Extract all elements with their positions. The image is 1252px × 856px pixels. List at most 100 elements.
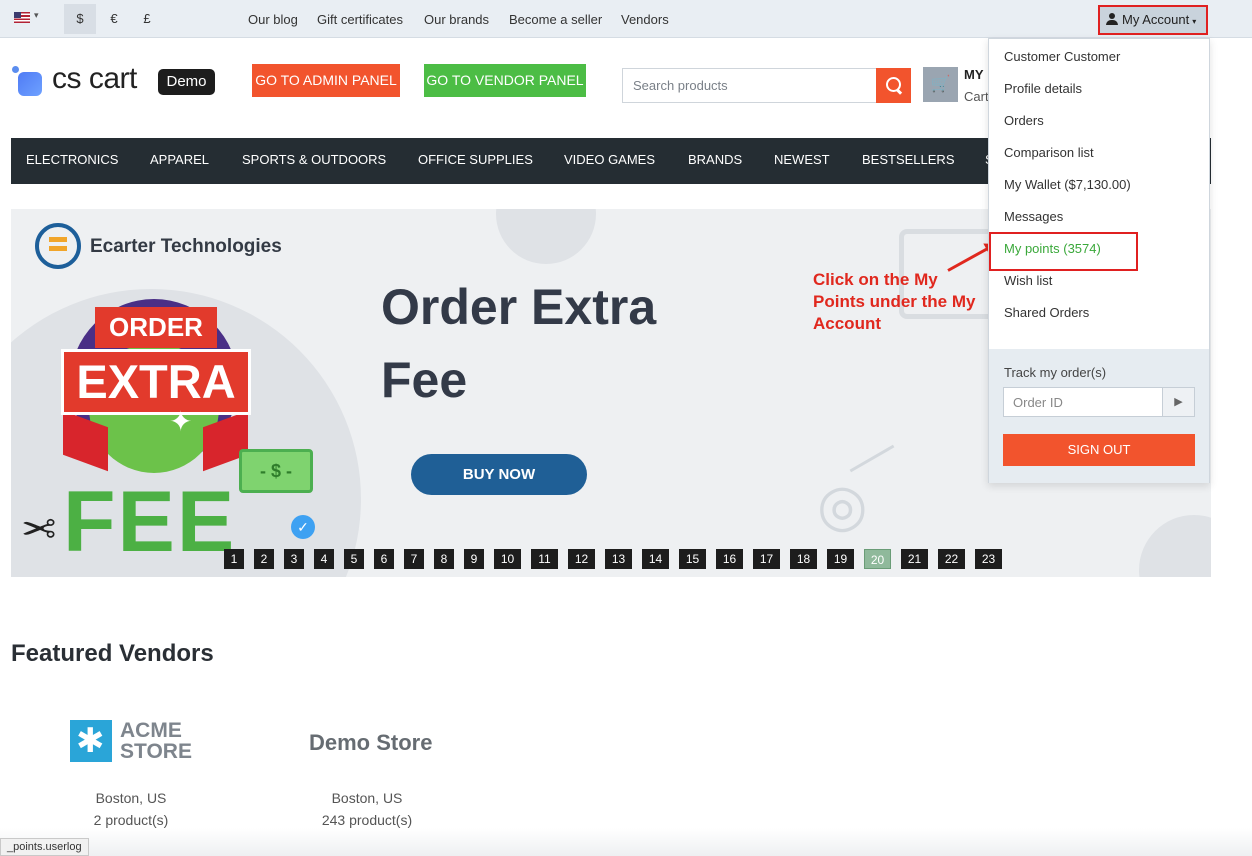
menu-wish-list[interactable]: Wish list <box>1004 273 1052 288</box>
slider-page-8[interactable]: 8 <box>434 549 454 569</box>
buy-now-button[interactable]: BUY NOW <box>411 454 587 495</box>
menu-messages[interactable]: Messages <box>1004 209 1063 224</box>
person-icon <box>1106 13 1118 25</box>
slider-page-10[interactable]: 10 <box>494 549 521 569</box>
cart-title[interactable]: MY <box>964 67 984 82</box>
track-order-label: Track my order(s) <box>1004 365 1107 380</box>
acme-logo-text[interactable]: ACME STORE <box>120 720 192 762</box>
growth-chart-icon <box>849 444 895 473</box>
menu-comparison-list[interactable]: Comparison list <box>1004 145 1094 160</box>
search-input[interactable] <box>622 68 877 103</box>
browser-status-url: _points.userlog <box>0 838 89 856</box>
link-our-brands[interactable]: Our brands <box>424 12 489 27</box>
nav-brands[interactable]: BRANDS <box>688 152 742 167</box>
annotation-line: Click on the My <box>813 270 938 289</box>
slider-page-3[interactable]: 3 <box>284 549 304 569</box>
sign-out-button[interactable]: SIGN OUT <box>1003 434 1195 466</box>
nav-electronics[interactable]: ELECTRONICS <box>26 152 118 167</box>
slider-page-9[interactable]: 9 <box>464 549 484 569</box>
slider-page-11[interactable]: 11 <box>531 549 558 569</box>
slider-page-21[interactable]: 21 <box>901 549 928 569</box>
slider-page-12[interactable]: 12 <box>568 549 595 569</box>
sparkle-icon: ✦ <box>169 406 193 437</box>
banner-company-name: Ecarter Technologies <box>90 236 282 257</box>
my-account-button[interactable]: My Account ▾ <box>1098 5 1208 35</box>
currency-usd[interactable]: $ <box>64 4 96 34</box>
demo-badge: Demo <box>158 69 215 95</box>
link-vendors[interactable]: Vendors <box>621 12 669 27</box>
slider-page-5[interactable]: 5 <box>344 549 364 569</box>
decor-circle <box>496 209 596 264</box>
cash-icon: - $ - <box>239 449 313 493</box>
badge-extra-text: EXTRA <box>61 349 251 415</box>
slider-page-14[interactable]: 14 <box>642 549 669 569</box>
nav-bestsellers[interactable]: BESTSELLERS <box>862 152 955 167</box>
order-id-input[interactable] <box>1003 387 1163 417</box>
slider-page-1[interactable]: 1 <box>224 549 244 569</box>
slider-page-17[interactable]: 17 <box>753 549 780 569</box>
check-icon: ✓ <box>291 515 315 539</box>
annotation-line: Account <box>813 314 881 333</box>
slider-page-18[interactable]: 18 <box>790 549 817 569</box>
us-flag-icon[interactable] <box>14 12 30 23</box>
menu-shared-orders[interactable]: Shared Orders <box>1004 305 1089 320</box>
slider-page-4[interactable]: 4 <box>314 549 334 569</box>
slider-page-13[interactable]: 13 <box>605 549 632 569</box>
acme-name-line: ACME <box>120 719 182 742</box>
menu-customer-name[interactable]: Customer Customer <box>1004 49 1120 64</box>
chevron-down-icon: ▾ <box>1192 17 1197 26</box>
nav-sports-outdoors[interactable]: SPORTS & OUTDOORS <box>242 152 386 167</box>
slider-page-22[interactable]: 22 <box>938 549 965 569</box>
currency-eur[interactable]: € <box>98 4 130 34</box>
slider-page-16[interactable]: 16 <box>716 549 743 569</box>
banner-headline: Order Extra Fee <box>381 279 657 408</box>
slider-page-2[interactable]: 2 <box>254 549 274 569</box>
menu-my-points[interactable]: My points (3574) <box>1004 241 1101 256</box>
slider-page-6[interactable]: 6 <box>374 549 394 569</box>
menu-profile-details[interactable]: Profile details <box>1004 81 1082 96</box>
vendor-product-count[interactable]: 243 product(s) <box>297 812 437 828</box>
slider-page-20[interactable]: 20 <box>864 549 891 569</box>
scissors-icon: ✂ <box>21 504 57 551</box>
chevron-down-icon[interactable]: ▾ <box>34 10 39 21</box>
cart-subtitle[interactable]: Cart <box>964 89 989 104</box>
nav-newest[interactable]: NEWEST <box>774 152 830 167</box>
coin-icon: ◎ <box>817 473 868 538</box>
nav-video-games[interactable]: VIDEO GAMES <box>564 152 655 167</box>
link-gift-certificates[interactable]: Gift certificates <box>317 12 403 27</box>
slider-page-23[interactable]: 23 <box>975 549 1002 569</box>
track-order-section: Track my order(s) ▶ SIGN OUT <box>989 349 1209 483</box>
top-bar: ▾ $ € £ Our blog Gift certificates Our b… <box>0 0 1252 38</box>
acme-logo-icon[interactable] <box>70 720 112 762</box>
currency-gbp[interactable]: £ <box>131 4 163 34</box>
slider-page-19[interactable]: 19 <box>827 549 854 569</box>
vendor-product-count[interactable]: 2 product(s) <box>61 812 201 828</box>
acme-name-line: STORE <box>120 740 192 763</box>
link-become-a-seller[interactable]: Become a seller <box>509 12 602 27</box>
logo-text[interactable]: cs cart <box>52 62 137 96</box>
decor-circle <box>1139 515 1211 577</box>
search-icon[interactable] <box>876 68 911 103</box>
menu-orders[interactable]: Orders <box>1004 113 1044 128</box>
slider-page-15[interactable]: 15 <box>679 549 706 569</box>
page-bottom-fade <box>0 828 1252 856</box>
account-dropdown: Customer Customer Profile details Orders… <box>988 38 1210 483</box>
link-our-blog[interactable]: Our blog <box>248 12 298 27</box>
go-to-vendor-panel-button[interactable]: GO TO VENDOR PANEL <box>424 64 586 97</box>
menu-my-wallet[interactable]: My Wallet ($7,130.00) <box>1004 177 1131 192</box>
instruction-annotation: Click on the My Points under the My Acco… <box>813 269 975 335</box>
demo-store-logo[interactable]: Demo Store <box>309 730 432 756</box>
vendor-location: Boston, US <box>331 790 403 806</box>
ecarter-logo-icon <box>35 223 81 269</box>
slider-page-7[interactable]: 7 <box>404 549 424 569</box>
play-arrow-icon[interactable]: ▶ <box>1162 387 1195 417</box>
annotation-line: Points under the My <box>813 292 976 311</box>
featured-vendors-heading: Featured Vendors <box>11 640 214 667</box>
nav-apparel[interactable]: APPAREL <box>150 152 209 167</box>
cs-cart-logo-icon[interactable] <box>12 66 44 98</box>
nav-office-supplies[interactable]: OFFICE SUPPLIES <box>418 152 533 167</box>
cart-icon[interactable]: 🛒 <box>923 67 958 102</box>
badge-fee-text: FEE <box>63 474 237 570</box>
vendor-location: Boston, US <box>95 790 167 806</box>
go-to-admin-panel-button[interactable]: GO TO ADMIN PANEL <box>252 64 400 97</box>
